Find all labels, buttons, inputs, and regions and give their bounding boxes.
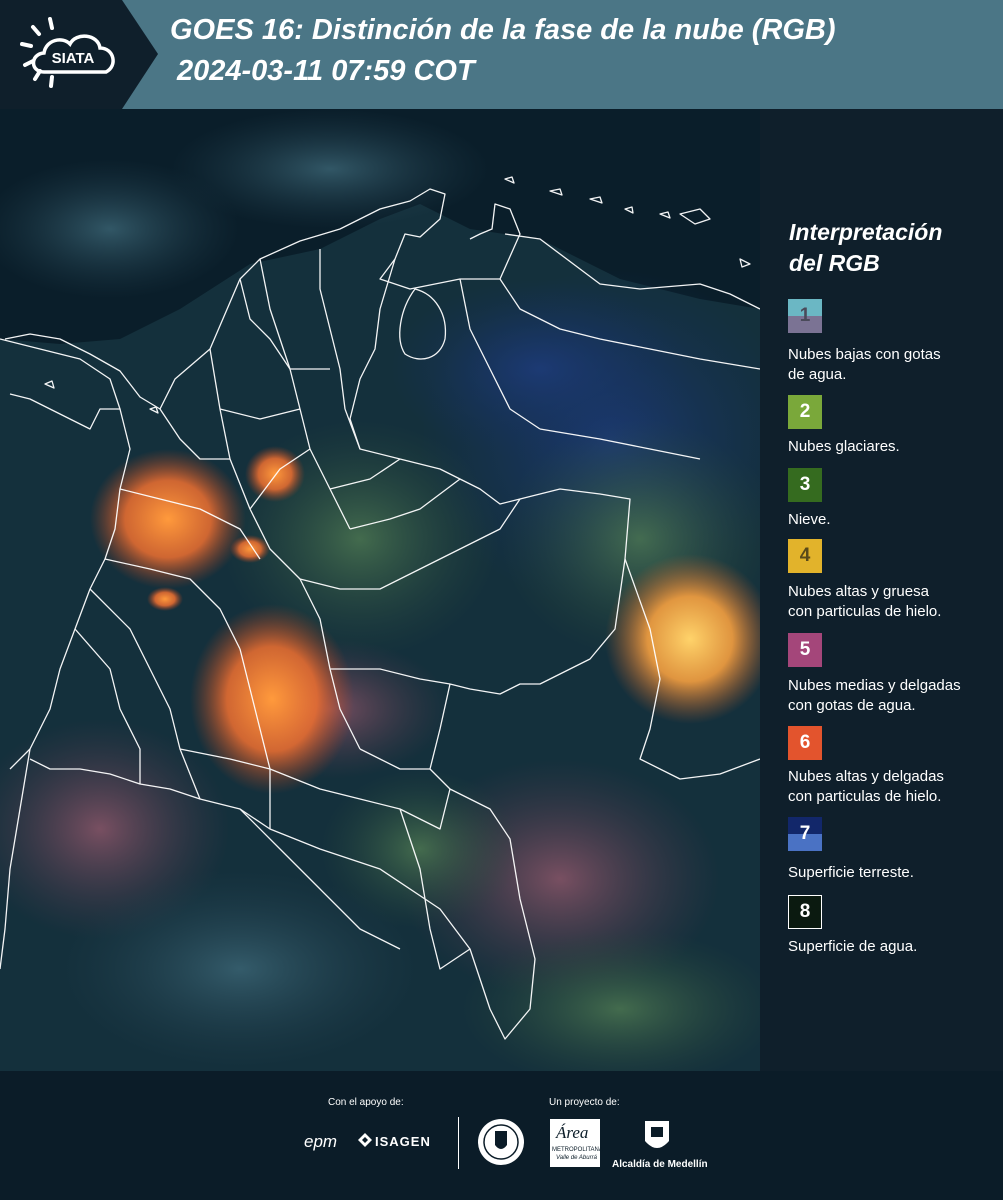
legend-swatch-4: 4 [788, 539, 822, 573]
area-logo-text: Área [556, 1123, 589, 1142]
legend-label-line1: Nubes medias y delgadas [788, 677, 961, 694]
area-logo-sub1: METROPOLITANA [552, 1147, 603, 1153]
legend-label-6: Nubes altas y delgadas con particulas de … [788, 767, 1000, 807]
legend-number: 2 [799, 401, 811, 422]
legend-panel: Interpretación del RGB 1 Nubes bajas con … [760, 109, 1003, 1071]
alcaldia-logo: Alcaldía de Medellín [612, 1159, 708, 1170]
satellite-image [0, 109, 760, 1071]
legend-swatch-7: 7 [788, 817, 822, 851]
footer: Con el apoyo de: Un proyecto de: epm ISA… [0, 1071, 1003, 1200]
isagen-logo: ISAGEN [375, 1134, 431, 1149]
legend-swatch-2: 2 [788, 395, 822, 429]
alcaldia-shield-icon [643, 1119, 671, 1155]
legend-label-line2: con particulas de hielo. [788, 603, 942, 620]
epm-logo: epm [304, 1132, 338, 1151]
legend-label-line1: Superficie terreste. [788, 864, 914, 881]
legend-label-2: Nubes glaciares. [788, 437, 1000, 457]
legend-title-line1: Interpretación [789, 219, 943, 245]
legend-number: 4 [799, 545, 811, 566]
legend-label-line1: Nubes bajas con gotas [788, 346, 941, 363]
area-metropolitana-logo: Área METROPOLITANA Valle de Aburrá [550, 1119, 603, 1167]
legend-label-line1: Nieve. [788, 511, 831, 528]
page-title: GOES 16: Distinción de la fase de la nub… [170, 14, 836, 46]
logo-text: SIATA [52, 50, 95, 67]
legend-label-3: Nieve. [788, 510, 1000, 530]
legend-title: Interpretación del RGB [789, 217, 999, 279]
footer-divider [458, 1117, 459, 1169]
legend-label-7: Superficie terreste. [788, 863, 1000, 883]
legend-number: 3 [799, 474, 811, 495]
datetime-label: 2024-03-11 07:59 COT [177, 55, 475, 87]
legend-label-8: Superficie de agua. [788, 937, 1000, 957]
project-label: Un proyecto de: [549, 1097, 620, 1108]
legend-title-line2: del RGB [789, 250, 880, 276]
legend-label-line1: Nubes altas y delgadas [788, 768, 944, 785]
legend-label-line2: con gotas de agua. [788, 697, 916, 714]
area-logo-sub2: Valle de Aburrá [556, 1155, 597, 1161]
legend-label-line1: Nubes glaciares. [788, 438, 900, 455]
legend-label-line2: con particulas de hielo. [788, 788, 942, 805]
legend-label-1: Nubes bajas con gotas de agua. [788, 345, 1000, 385]
siata-logo: SIATA [0, 0, 160, 109]
seal-icon [476, 1117, 526, 1167]
legend-number: 5 [799, 639, 811, 660]
satellite-map [0, 109, 760, 1071]
legend-label-5: Nubes medias y delgadas con gotas de agua… [788, 676, 1000, 716]
legend-number: 1 [799, 305, 811, 326]
legend-label-line1: Superficie de agua. [788, 938, 918, 955]
legend-number: 6 [799, 732, 811, 753]
legend-swatch-8: 8 [788, 895, 822, 929]
support-label: Con el apoyo de: [328, 1097, 404, 1108]
isagen-icon [358, 1133, 372, 1147]
legend-label-line2: de agua. [788, 366, 847, 383]
legend-swatch-1: 1 [788, 299, 822, 333]
legend-swatch-6: 6 [788, 726, 822, 760]
legend-number: 7 [799, 823, 811, 844]
legend-swatch-3: 3 [788, 468, 822, 502]
legend-swatch-5: 5 [788, 633, 822, 667]
header: SIATA GOES 16: Distinción de la fase de … [0, 0, 1003, 109]
legend-number: 8 [799, 901, 811, 922]
legend-label-4: Nubes altas y gruesa con particulas de hi… [788, 582, 1000, 622]
legend-label-line1: Nubes altas y gruesa [788, 583, 929, 600]
